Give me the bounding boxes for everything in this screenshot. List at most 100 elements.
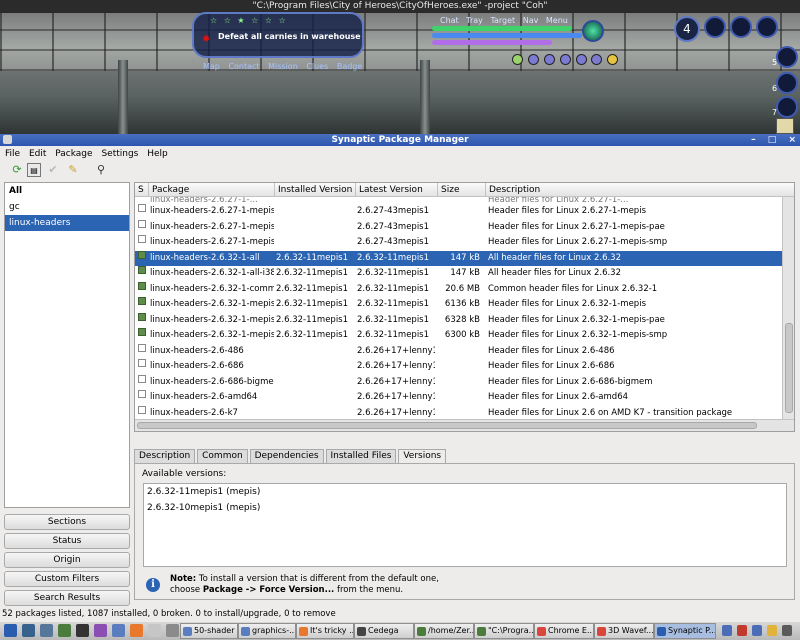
table-row[interactable]: linux-headers-2.6.32-1-all-i38 2.6.32-11m… bbox=[135, 266, 783, 282]
clipboard-tray-icon[interactable] bbox=[752, 625, 762, 636]
table-row[interactable]: linux-headers-2.6-686-bigmei 2.6.26+17+le… bbox=[135, 374, 783, 391]
start-menu-icon[interactable] bbox=[4, 624, 17, 637]
browser-icon[interactable] bbox=[130, 624, 143, 637]
tray-slot[interactable] bbox=[776, 72, 798, 94]
window-titlebar[interactable]: Synaptic Package Manager – □ × bbox=[0, 134, 800, 146]
status-button[interactable]: Status bbox=[4, 533, 130, 549]
sections-button[interactable]: Sections bbox=[4, 514, 130, 530]
search-results-button[interactable]: Search Results bbox=[4, 590, 130, 606]
refresh-icon[interactable]: ⟳ bbox=[10, 163, 24, 177]
table-row[interactable]: linux-headers-2.6.27-1-mepis 2.6.27-43mep… bbox=[135, 204, 783, 220]
column-description[interactable]: Description bbox=[486, 183, 794, 197]
settings-icon[interactable] bbox=[148, 624, 161, 637]
task-button[interactable]: Chrome E... bbox=[534, 623, 594, 639]
search-icon[interactable]: ⚲ bbox=[94, 163, 108, 177]
mission-link-mission[interactable]: Mission bbox=[268, 62, 298, 71]
list-item[interactable]: 2.6.32-10mepis1 (mepis) bbox=[144, 500, 786, 516]
menu-settings[interactable]: Settings bbox=[101, 148, 138, 160]
task-button[interactable]: graphics-... bbox=[238, 623, 296, 639]
desktop-icon[interactable] bbox=[22, 624, 35, 637]
menu-file[interactable]: File bbox=[5, 148, 20, 160]
package-checkbox[interactable] bbox=[138, 204, 146, 212]
tray-slot[interactable] bbox=[776, 96, 798, 118]
package-checkbox[interactable] bbox=[138, 219, 146, 228]
package-checkbox[interactable] bbox=[138, 343, 146, 352]
task-button[interactable]: Cedega bbox=[354, 623, 414, 639]
table-row[interactable]: linux-headers-2.6.32-1-mepis 2.6.32-11mep… bbox=[135, 328, 783, 344]
table-row[interactable]: linux-headers-2.6-686 2.6.26+17+lenny1 Hea… bbox=[135, 359, 783, 375]
installed-checkbox[interactable] bbox=[138, 250, 146, 259]
tab-installed-files[interactable]: Installed Files bbox=[325, 449, 397, 464]
mission-panel[interactable]: ☆ ☆ ★ ☆ ☆ ☆ ✹ Defeat all carnies in ware… bbox=[192, 12, 364, 58]
network-icon[interactable] bbox=[112, 624, 125, 637]
tray-number[interactable]: 4 bbox=[674, 16, 700, 42]
column-status[interactable]: S bbox=[135, 183, 149, 197]
table-row[interactable]: linux-headers-2.6.27-1-mepis 2.6.27-43mep… bbox=[135, 219, 783, 236]
menu-package[interactable]: Package bbox=[55, 148, 92, 160]
task-button[interactable]: 50-shader bbox=[180, 623, 238, 639]
column-installed-version[interactable]: Installed Version bbox=[275, 183, 356, 197]
table-row[interactable]: linux-headers-2.6.32-1-all 2.6.32-11mepis… bbox=[135, 250, 783, 266]
table-row[interactable]: linux-headers-2.6.32-1-mepis 2.6.32-11mep… bbox=[135, 297, 783, 313]
apply-icon[interactable]: ✔ bbox=[46, 163, 60, 177]
task-button[interactable]: It's tricky ... bbox=[296, 623, 354, 639]
tools-icon[interactable] bbox=[58, 624, 71, 637]
volume-tray-icon[interactable] bbox=[782, 625, 792, 636]
horizontal-scrollbar[interactable] bbox=[135, 419, 794, 431]
minimize-button[interactable]: – bbox=[751, 135, 756, 145]
app-icon[interactable] bbox=[3, 135, 12, 144]
task-button[interactable]: "C:\Progra... bbox=[474, 623, 534, 639]
hud-tray[interactable]: Tray bbox=[466, 16, 483, 25]
package-checkbox[interactable] bbox=[138, 235, 146, 243]
mission-link-clues[interactable]: Clues bbox=[306, 62, 328, 71]
package-checkbox[interactable] bbox=[138, 390, 146, 398]
tab-description[interactable]: Description bbox=[134, 449, 196, 464]
hud-chat[interactable]: Chat bbox=[440, 16, 459, 25]
vertical-scrollbar[interactable] bbox=[782, 197, 794, 419]
hud-menu-item[interactable]: Menu bbox=[546, 16, 568, 25]
close-button[interactable]: × bbox=[788, 135, 796, 145]
list-item[interactable]: 2.6.32-11mepis1 (mepis) bbox=[144, 484, 786, 500]
file-manager-icon[interactable] bbox=[40, 624, 53, 637]
update-tray-icon[interactable] bbox=[737, 625, 747, 636]
maximize-button[interactable]: □ bbox=[768, 135, 777, 145]
network-tray-icon[interactable] bbox=[722, 625, 732, 636]
scrollbar-thumb[interactable] bbox=[785, 323, 793, 413]
installed-checkbox[interactable] bbox=[138, 266, 146, 274]
table-row[interactable]: linux-headers-2.6.32-1-comm 2.6.32-11mepi… bbox=[135, 281, 783, 298]
scrollbar-thumb[interactable] bbox=[137, 422, 757, 429]
installed-checkbox[interactable] bbox=[138, 312, 146, 321]
tray-slot[interactable] bbox=[730, 16, 752, 38]
hud-target[interactable]: Target bbox=[490, 16, 515, 25]
filter-item-linux-headers[interactable]: linux-headers bbox=[5, 215, 129, 231]
installed-checkbox[interactable] bbox=[138, 328, 146, 336]
tray-slot[interactable] bbox=[704, 16, 726, 38]
hud-nav[interactable]: Nav bbox=[523, 16, 539, 25]
column-latest-version[interactable]: Latest Version bbox=[356, 183, 438, 197]
column-package[interactable]: Package bbox=[149, 183, 275, 197]
tab-common[interactable]: Common bbox=[197, 449, 248, 464]
column-size[interactable]: Size bbox=[438, 183, 486, 197]
package-checkbox[interactable] bbox=[138, 405, 146, 414]
menu-edit[interactable]: Edit bbox=[29, 148, 46, 160]
table-row[interactable]: linux-headers-2.6-amd64 2.6.26+17+lenny1 H… bbox=[135, 390, 783, 406]
battery-tray-icon[interactable] bbox=[767, 625, 777, 636]
table-row-partial[interactable]: linux-headers-2.6.27-1-... Header files … bbox=[135, 197, 783, 204]
filter-item-all[interactable]: All bbox=[5, 183, 129, 199]
installed-checkbox[interactable] bbox=[138, 297, 146, 305]
app-launcher-icon[interactable] bbox=[166, 624, 179, 637]
tab-versions[interactable]: Versions bbox=[398, 449, 447, 464]
mission-link-map[interactable]: Map bbox=[203, 62, 220, 71]
filter-item-gc[interactable]: gc bbox=[5, 199, 129, 215]
terminal-icon[interactable] bbox=[76, 624, 89, 637]
package-checkbox[interactable] bbox=[138, 359, 146, 367]
task-button-active[interactable]: Synaptic P... bbox=[654, 623, 716, 639]
tray-corner-icon[interactable] bbox=[776, 118, 794, 134]
table-row[interactable]: linux-headers-2.6.27-1-mepis 2.6.27-43mep… bbox=[135, 235, 783, 251]
table-row[interactable]: linux-headers-2.6.32-1-mepis 2.6.32-11mep… bbox=[135, 312, 783, 329]
package-checkbox[interactable] bbox=[138, 374, 146, 383]
task-button[interactable]: 3D Wavef... bbox=[594, 623, 654, 639]
tray-slot[interactable] bbox=[776, 46, 798, 68]
table-row[interactable]: linux-headers-2.6-486 2.6.26+17+lenny1 Hea… bbox=[135, 343, 783, 360]
origin-button[interactable]: Origin bbox=[4, 552, 130, 568]
